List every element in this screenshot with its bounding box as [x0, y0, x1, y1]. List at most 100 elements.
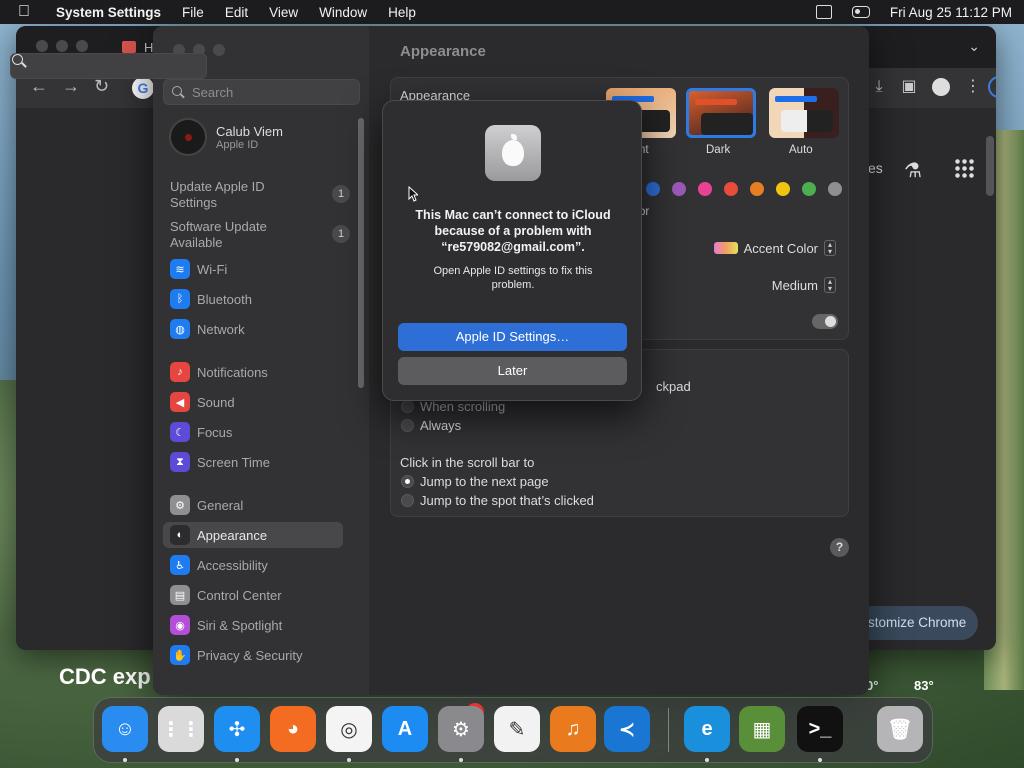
settings-sidebar: Search Calub Viem Apple ID Update Apple … — [153, 26, 369, 695]
chrome-menu-icon[interactable]: ⋮ — [964, 78, 982, 96]
sidebar-item-label: Wi-Fi — [197, 261, 228, 277]
dock-running-indicator — [705, 758, 709, 762]
radio-when-scrolling[interactable] — [401, 400, 414, 413]
menu-help[interactable]: Help — [388, 5, 416, 20]
accent-color-swatch[interactable] — [776, 182, 790, 196]
sidebar-item-network[interactable]: ◍ Network — [163, 316, 343, 342]
dock-edge-icon[interactable]: e — [684, 706, 730, 752]
gear-icon: ⚙ — [170, 495, 190, 515]
dock-vscode-icon[interactable]: ≺ — [604, 706, 650, 752]
apple-id-settings-button[interactable]: Apple ID Settings… — [398, 323, 627, 351]
sidebar-scrollbar[interactable] — [358, 118, 364, 388]
reload-icon[interactable]: ↻ — [94, 76, 109, 97]
sidebar-item-wi-fi[interactable]: ≋ Wi-Fi — [163, 256, 343, 282]
menu-file[interactable]: File — [182, 5, 204, 20]
chrome-scrollbar[interactable] — [986, 136, 994, 196]
sidebar-item-accessibility[interactable]: ♿ Accessibility — [163, 552, 343, 578]
weather-temp-2: 83° — [914, 678, 934, 693]
dock-launchpad-icon[interactable]: ⋮⋮ — [158, 706, 204, 752]
screen-mirroring-icon[interactable] — [815, 5, 832, 19]
sidebar-item-siri-spotlight[interactable]: ◉ Siri & Spotlight — [163, 612, 343, 638]
profile-icon[interactable] — [932, 78, 950, 96]
dock-safari-icon[interactable]: ✣ — [214, 706, 260, 752]
icloud-alert-dialog: This Mac can’t connect to iCloud because… — [382, 100, 642, 401]
sidebar-item-label: Notifications — [197, 364, 268, 380]
dock-textedit-icon[interactable]: ✎ — [494, 706, 540, 752]
sidebar-icon-size-select[interactable]: Medium ▴ ▾ — [772, 277, 836, 293]
mode-dark-thumb[interactable] — [686, 88, 756, 138]
help-button[interactable]: ? — [830, 538, 849, 557]
accent-color-swatch[interactable] — [698, 182, 712, 196]
dock-running-indicator — [123, 758, 127, 762]
radio-spot-clicked[interactable] — [401, 494, 414, 507]
highlight-color-value: Accent Color — [743, 240, 818, 256]
dock-system-settings-icon[interactable]: ⚙ — [438, 706, 484, 752]
radio-next-page[interactable] — [401, 475, 414, 488]
dock-trash-icon[interactable]: 🗑 — [877, 706, 923, 752]
menu-clock[interactable]: Fri Aug 25 11:12 PM — [890, 5, 1012, 20]
sidebar-item-control-center[interactable]: ▤ Control Center — [163, 582, 343, 608]
control-center-icon: ▤ — [170, 585, 190, 605]
wallpaper-tinting-toggle[interactable] — [812, 314, 838, 329]
google-apps-icon[interactable] — [954, 158, 974, 178]
download-icon[interactable]: ⤓ — [870, 78, 888, 96]
labs-flask-icon[interactable]: ⚗ — [904, 158, 922, 183]
search-field[interactable]: Search — [163, 79, 360, 105]
radio-when-scrolling-label: When scrolling — [420, 399, 506, 414]
back-icon[interactable]: ← — [30, 76, 48, 97]
accent-color-swatch[interactable] — [646, 182, 660, 196]
mode-auto-thumb[interactable] — [769, 88, 839, 138]
alert-software-update[interactable]: Software Update Available 1 — [170, 219, 350, 251]
sidebar-item-appearance[interactable]: ◐ Appearance — [163, 522, 343, 548]
dock: 2 ☺⋮⋮✣◕◎A⚙✎♫≺e▦>_🗑 — [93, 697, 933, 763]
accent-color-swatch[interactable] — [802, 182, 816, 196]
mode-auto-label: Auto — [789, 144, 813, 156]
menu-edit[interactable]: Edit — [225, 5, 248, 20]
dock-minecraft-icon[interactable]: ▦ — [739, 706, 785, 752]
page-title: Appearance — [400, 43, 486, 60]
dock-terminal-icon[interactable]: >_ — [797, 706, 843, 752]
chrome-link-fragment[interactable]: es — [868, 160, 883, 176]
accent-color-picker[interactable] — [646, 182, 842, 196]
later-button[interactable]: Later — [398, 357, 627, 385]
alert-update-apple-id[interactable]: Update Apple ID Settings 1 — [170, 179, 350, 211]
dock-running-indicator — [459, 758, 463, 762]
sidebar-item-sound[interactable]: ◀ Sound — [163, 389, 343, 415]
sidebar-item-focus[interactable]: ☾ Focus — [163, 419, 343, 445]
accent-color-swatch[interactable] — [724, 182, 738, 196]
accent-color-swatch[interactable] — [672, 182, 686, 196]
sidebar-item-notifications[interactable]: ♪ Notifications — [163, 359, 343, 385]
chrome-window-controls[interactable] — [36, 40, 88, 52]
highlight-color-select[interactable]: Accent Color ▴ ▾ — [713, 240, 836, 256]
control-center-icon[interactable] — [851, 6, 870, 18]
spotlight-icon[interactable] — [10, 53, 207, 79]
sidebar-item-privacy-security[interactable]: ✋ Privacy & Security — [163, 642, 343, 668]
dock-firefox-icon[interactable]: ◕ — [270, 706, 316, 752]
customize-chrome-button[interactable]: stomize Chrome — [854, 606, 978, 640]
apple-id-row[interactable]: Calub Viem Apple ID — [169, 118, 283, 156]
tab-search-chevron-icon[interactable]: ⌄ — [968, 38, 980, 55]
dock-garageband-icon[interactable]: ♫ — [550, 706, 596, 752]
accent-color-swatch[interactable] — [750, 182, 764, 196]
menu-view[interactable]: View — [269, 5, 298, 20]
sidebar-item-label: Network — [197, 321, 245, 337]
dock-app-store-icon[interactable]: A — [382, 706, 428, 752]
menu-window[interactable]: Window — [319, 5, 367, 20]
sidebar-item-label: General — [197, 497, 244, 513]
sidebar-item-bluetooth[interactable]: ᛒ Bluetooth — [163, 286, 343, 312]
radio-always[interactable] — [401, 419, 414, 432]
color-swatch — [713, 242, 738, 254]
dock-separator — [668, 708, 669, 752]
accent-color-swatch[interactable] — [828, 182, 842, 196]
dock-finder-icon[interactable]: ☺ — [102, 706, 148, 752]
sidebar-item-screen-time[interactable]: ⧗ Screen Time — [163, 449, 343, 475]
forward-icon[interactable]: → — [62, 76, 80, 97]
side-panel-icon[interactable]: ▣ — [900, 78, 918, 96]
menu-app-name[interactable]: System Settings — [56, 5, 161, 20]
dock-chrome-icon[interactable]: ◎ — [326, 706, 372, 752]
sidebar-icon-size-value: Medium — [771, 277, 818, 293]
sidebar-item-general[interactable]: ⚙ General — [163, 492, 343, 518]
mode-dark-label: Dark — [706, 144, 731, 156]
tab-favicon-icon — [122, 41, 136, 53]
apple-menu-icon[interactable]:  — [18, 3, 36, 21]
